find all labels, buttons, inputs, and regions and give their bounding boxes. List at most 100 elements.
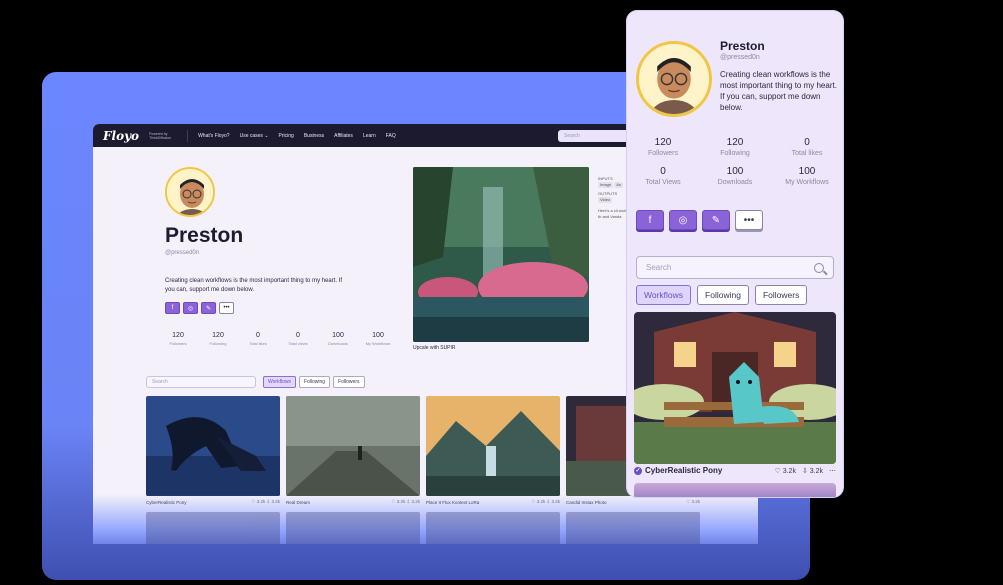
mountain-waterfall-image [426, 396, 560, 496]
stat-downloads: 100 Downloads [325, 332, 351, 346]
avatar [165, 167, 215, 217]
stat-value: 120 [212, 332, 224, 339]
stat-value: 0 [804, 137, 810, 148]
stat-label: Following [209, 341, 227, 346]
tab-workflows[interactable]: Workflows [263, 376, 296, 388]
stat-label: Downloads [717, 179, 753, 186]
profile-bio: Creating clean workflows is the most imp… [165, 278, 343, 293]
mobile-social-links: f ◎ ✎ ••• [636, 210, 763, 230]
tab-following[interactable]: Following [697, 285, 749, 305]
stat-downloads: 100 Downloads [699, 166, 771, 186]
stat-followers[interactable]: 120 Followers [627, 137, 699, 157]
nav-divider [187, 129, 189, 142]
facebook-icon[interactable]: f [636, 210, 664, 230]
stat-value: 0 [256, 332, 260, 339]
mobile-workflow-meta: ✓ CyberRealistic Pony ♡ 3.2k ⇩ 3.2k ⋯ [634, 466, 836, 475]
workflow-card[interactable]: Real Dream♡ 3.2k ⇩ 3.2k [286, 396, 420, 505]
heart-icon[interactable]: ♡ 3.2k [774, 467, 795, 475]
nav-item-learn[interactable]: Learn [363, 133, 376, 139]
workflow-thumbnail [426, 396, 560, 496]
more-dots-icon[interactable]: ⋯ [829, 467, 836, 475]
input-tag: An [614, 182, 624, 188]
stat-label: Followers [169, 341, 187, 346]
workflow-card[interactable]: CyberRealistic Pony♡ 3.2k ⇩ 3.2k [146, 396, 280, 505]
nav-item-affiliates[interactable]: Affiliates [334, 133, 353, 139]
tab-workflows[interactable]: Workflows [636, 285, 692, 305]
brush-icon[interactable]: ✎ [201, 302, 216, 314]
tab-following[interactable]: Following [298, 376, 331, 388]
tab-followers[interactable]: Followers [754, 285, 808, 305]
stage: Floyo Powered by ThinkDiffusion What's F… [0, 0, 1003, 585]
downloads-count: 3.2k [809, 467, 823, 475]
avatar-illustration [639, 44, 709, 114]
stat-following[interactable]: 120 Following [205, 332, 231, 346]
social-links: f ◎ ✎ ••• [165, 302, 234, 314]
mobile-profile-panel: Preston @pressed0n Creating clean workfl… [627, 11, 843, 497]
facebook-icon[interactable]: f [165, 302, 180, 314]
more-icon[interactable]: ••• [735, 210, 763, 230]
mobile-avatar [636, 41, 712, 117]
fox-on-bench-image [634, 312, 836, 464]
stat-following[interactable]: 120 Following [699, 137, 771, 157]
stat-value: 120 [172, 332, 184, 339]
workflow-title-text: CyberRealistic Pony [645, 466, 723, 475]
nav-item-use-cases[interactable]: Use cases ⌄ [240, 133, 269, 139]
stat-my-workflows[interactable]: 100 My Workflows [771, 166, 843, 186]
next-workflow-card[interactable] [634, 483, 836, 497]
stat-label: Following [720, 150, 750, 157]
mobile-search-input[interactable]: Search [636, 256, 834, 279]
foggy-forest-image [286, 396, 420, 496]
input-tag: Image [598, 182, 614, 188]
logo[interactable]: Floyo [103, 129, 139, 143]
stat-label: Total views [288, 341, 308, 346]
stat-value: 100 [726, 166, 744, 177]
stat-label: My Workflows [365, 341, 391, 346]
mobile-profile-name: Preston [720, 39, 765, 53]
nav-item-business[interactable]: Business [304, 133, 324, 139]
search-icon [814, 262, 824, 273]
alien-creature-image [146, 396, 280, 496]
mobile-profile-stats: 120 Followers 120 Following 0 Total likes 0… [627, 137, 843, 186]
avatar-illustration [167, 169, 213, 215]
featured-workflow-image[interactable] [413, 167, 589, 342]
stat-my-workflows[interactable]: 100 My Workflows [365, 332, 391, 346]
next-row-ghost [146, 512, 700, 544]
more-icon[interactable]: ••• [219, 302, 234, 314]
stat-total-views: 0 Total views [285, 332, 311, 346]
profile-stats: 120 Followers 120 Following 0 Total likes 0… [165, 332, 391, 346]
workflow-grid: CyberRealistic Pony♡ 3.2k ⇩ 3.2k Real Dr… [146, 396, 700, 505]
brush-icon[interactable]: ✎ [702, 210, 730, 230]
workflow-thumbnail [286, 396, 420, 496]
nav-item-faq[interactable]: FAQ [386, 133, 396, 139]
instagram-icon[interactable]: ◎ [669, 210, 697, 230]
mobile-search-placeholder: Search [646, 263, 672, 272]
stat-value: 100 [332, 332, 344, 339]
mobile-workflow-stats: ♡ 3.2k ⇩ 3.2k ⋯ [774, 467, 836, 475]
mobile-workflow-title[interactable]: ✓ CyberRealistic Pony [634, 466, 722, 475]
instagram-icon[interactable]: ◎ [183, 302, 198, 314]
stat-value: 120 [726, 137, 744, 148]
jungle-waterfall-image [413, 167, 589, 342]
mobile-profile-bio: Creating clean workflows is the most imp… [720, 70, 837, 112]
mobile-profile-handle: @pressed0n [720, 54, 760, 61]
mobile-workflow-thumbnail[interactable] [634, 312, 836, 464]
stat-value: 120 [654, 137, 672, 148]
chevron-down-icon: ⌄ [264, 132, 269, 139]
stat-followers[interactable]: 120 Followers [165, 332, 191, 346]
stat-value: 0 [296, 332, 300, 339]
tab-followers[interactable]: Followers [333, 376, 365, 388]
nav-search-placeholder: Search [564, 132, 580, 139]
nav-item-pricing[interactable]: Pricing [279, 133, 294, 139]
download-icon[interactable]: ⇩ 3.2k [802, 467, 823, 475]
verified-icon: ✓ [634, 466, 642, 475]
stat-label: Total likes [249, 341, 267, 346]
profile-handle: @pressed0n [165, 250, 200, 256]
stat-value: 100 [372, 332, 384, 339]
workflow-card[interactable]: Place It Flux Kontext LoRa♡ 3.2k ⇩ 3.2k [426, 396, 560, 505]
stat-total-likes: 0 Total likes [245, 332, 271, 346]
stat-label: Followers [648, 150, 678, 157]
nav-item-whats-floyo[interactable]: What's Floyo? [198, 133, 230, 139]
workflow-search-input[interactable]: Search [146, 376, 256, 388]
workflow-thumbnail [146, 396, 280, 496]
stat-value: 0 [660, 166, 666, 177]
